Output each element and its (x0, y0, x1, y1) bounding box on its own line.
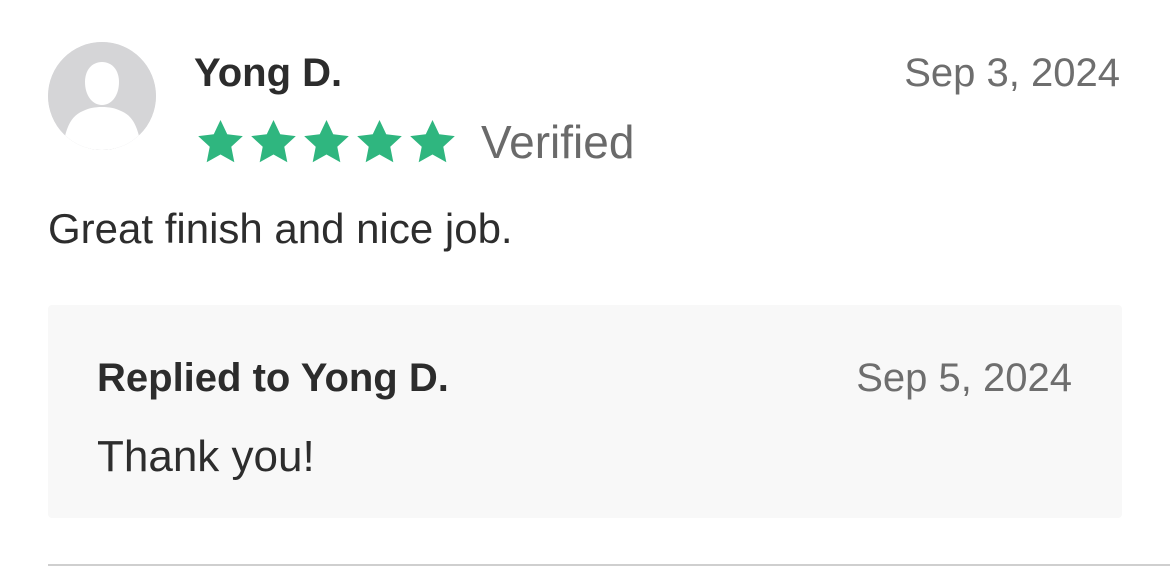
reply-date: Sep 5, 2024 (856, 356, 1072, 400)
review-date: Sep 3, 2024 (904, 51, 1120, 95)
section-divider (48, 564, 1170, 566)
owner-reply: Replied to Yong D. Sep 5, 2024 Thank you… (48, 305, 1122, 518)
verified-label: Verified (481, 116, 635, 168)
review-card: Yong D. Sep 3, 2024 Verified Great finis… (0, 0, 1170, 582)
rating-row: Verified (194, 112, 634, 172)
avatar (48, 42, 156, 150)
star-icon (300, 116, 353, 169)
star-icon (247, 116, 300, 169)
star-rating (194, 112, 459, 172)
review-text: Great finish and nice job. (48, 205, 513, 252)
star-icon (353, 116, 406, 169)
star-icon (194, 116, 247, 169)
reviewer-name: Yong D. (194, 51, 343, 95)
star-icon (406, 116, 459, 169)
reply-title: Replied to Yong D. (97, 356, 449, 400)
user-silhouette-icon (48, 42, 156, 150)
reply-text: Thank you! (97, 432, 315, 481)
